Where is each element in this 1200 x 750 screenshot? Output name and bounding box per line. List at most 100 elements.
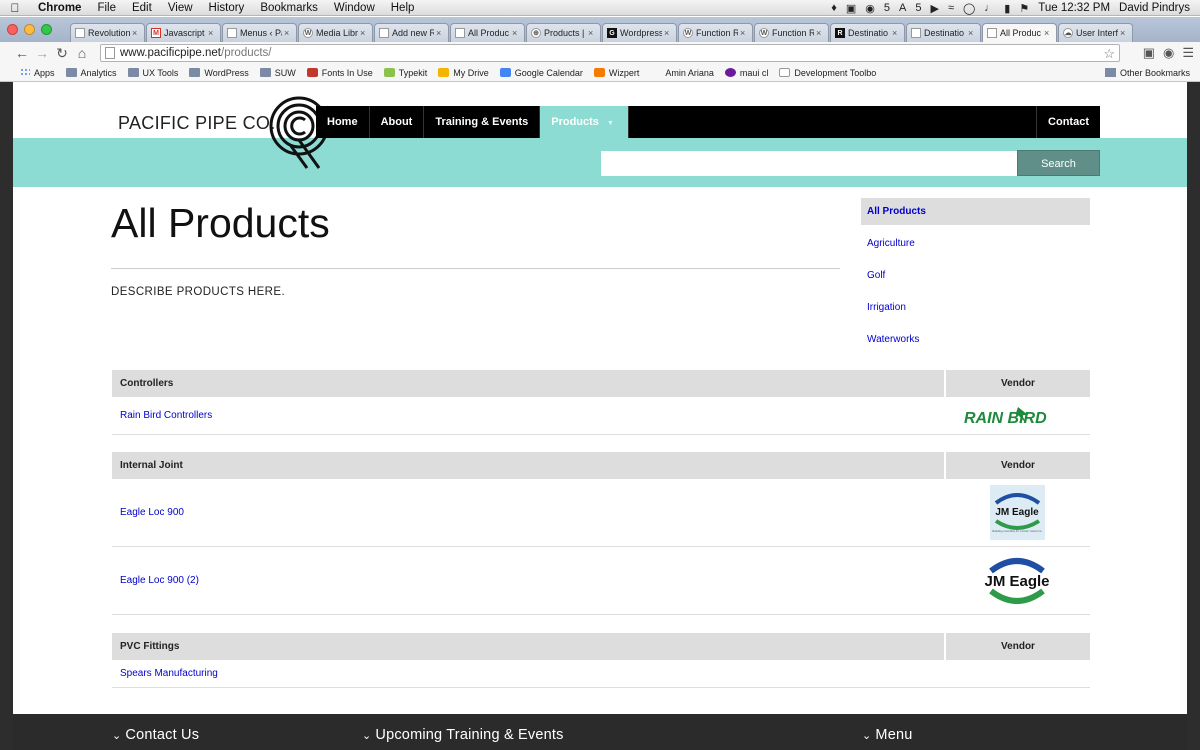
home-icon[interactable]: ⌂ xyxy=(72,45,92,61)
menu-view[interactable]: View xyxy=(160,0,201,16)
browser-tab[interactable]: ⊕ Products | × xyxy=(526,23,601,42)
bookmark-item[interactable]: Development Toolbo xyxy=(779,68,876,78)
other-bookmarks[interactable]: Other Bookmarks xyxy=(1104,68,1190,78)
menu-history[interactable]: History xyxy=(201,0,253,16)
bookmark-item[interactable]: Apps xyxy=(20,68,55,78)
search-input[interactable] xyxy=(601,151,1017,176)
bookmark-item[interactable]: maui cl xyxy=(724,68,768,78)
bookmark-item[interactable]: Typekit xyxy=(383,68,427,78)
nav-training-events[interactable]: Training & Events xyxy=(424,106,541,138)
browser-tab[interactable]: Revolution × xyxy=(70,23,145,42)
close-tab-icon[interactable]: × xyxy=(132,28,140,38)
bell-icon[interactable]: ♦ xyxy=(831,2,837,14)
browser-tab[interactable]: R Destinatio × xyxy=(830,23,905,42)
browser-tab[interactable]: W Media Libr × xyxy=(298,23,373,42)
bookmark-star-icon[interactable]: ☆ xyxy=(1103,46,1115,62)
extension-icon[interactable]: ▣ xyxy=(1143,45,1155,61)
volume-icon[interactable]: ♩ xyxy=(984,2,995,14)
flag-icon[interactable]: ⚑ xyxy=(1019,2,1029,15)
vendor-logo-jmeagle[interactable]: JM Eagle xyxy=(944,553,1090,609)
subnav-irrigation[interactable]: Irrigation xyxy=(861,294,1090,326)
bluetooth-icon[interactable]: ▶ xyxy=(930,2,938,15)
nav-products[interactable]: Products ▼ xyxy=(540,106,629,138)
browser-tab[interactable]: Menus ‹ Pa × xyxy=(222,23,297,42)
camera-icon[interactable]: ◉ xyxy=(1163,45,1174,61)
menu-edit[interactable]: Edit xyxy=(124,0,160,16)
bookmark-item[interactable]: WordPress xyxy=(189,68,249,78)
browser-tab[interactable]: All Produc × xyxy=(982,23,1057,42)
browser-tab[interactable]: Destinatio × xyxy=(906,23,981,42)
apple-icon[interactable]:  xyxy=(0,1,30,15)
close-tab-icon[interactable]: × xyxy=(588,28,596,38)
browser-tab[interactable]: Add new R × xyxy=(374,23,449,42)
close-tab-icon[interactable]: × xyxy=(892,28,900,38)
product-link[interactable]: Rain Bird Controllers xyxy=(112,410,944,421)
subnav-waterworks[interactable]: Waterworks xyxy=(861,326,1090,358)
close-tab-icon[interactable]: × xyxy=(208,28,216,38)
site-logo-text[interactable]: PACIFIC PIPE CO. xyxy=(118,113,276,134)
text-icon[interactable]: A xyxy=(899,2,906,14)
bookmark-item[interactable]: UX Tools xyxy=(127,68,178,78)
bookmark-item[interactable]: My Drive xyxy=(438,68,489,78)
bookmark-item[interactable]: Analytics xyxy=(65,68,117,78)
forward-icon[interactable]: → xyxy=(32,45,52,61)
creative-cloud-icon[interactable]: ◉ xyxy=(865,2,875,15)
close-tab-icon[interactable]: × xyxy=(664,28,672,38)
nav-home[interactable]: Home xyxy=(316,106,370,138)
close-tab-icon[interactable]: × xyxy=(968,28,976,38)
clock[interactable]: Tue 12:32 PM xyxy=(1038,2,1110,14)
footer-menu[interactable]: ⌄ Menu xyxy=(862,727,913,743)
close-tab-icon[interactable]: × xyxy=(360,28,368,38)
subnav-golf[interactable]: Golf xyxy=(861,262,1090,294)
battery-icon[interactable]: ▮ xyxy=(1004,2,1010,15)
close-tab-icon[interactable]: × xyxy=(816,28,824,38)
close-tab-icon[interactable]: × xyxy=(436,28,444,38)
vendor-logo-jmeagle-small[interactable]: JM Eagle Building essentials for a bette… xyxy=(944,485,1090,540)
nav-contact[interactable]: Contact xyxy=(1036,106,1100,138)
wifi-icon[interactable]: ≈ xyxy=(948,2,954,14)
footer-upcoming-training[interactable]: ⌄ Upcoming Training & Events xyxy=(362,727,564,743)
menu-window[interactable]: Window xyxy=(326,0,383,16)
user-name[interactable]: David Pindrys xyxy=(1119,2,1190,14)
browser-tab[interactable]: G Wordpress × xyxy=(602,23,677,42)
back-icon[interactable]: ← xyxy=(12,45,32,61)
bookmark-item[interactable]: SUW xyxy=(259,68,296,78)
bookmark-item[interactable]: Wizpert xyxy=(593,68,639,78)
close-tab-icon[interactable]: × xyxy=(512,28,520,38)
menu-file[interactable]: File xyxy=(89,0,124,16)
product-link[interactable]: Spears Manufacturing xyxy=(112,668,944,679)
menu-help[interactable]: Help xyxy=(383,0,423,16)
nav-about[interactable]: About xyxy=(370,106,425,138)
dropbox-icon[interactable]: ▣ xyxy=(846,2,856,15)
browser-tab[interactable]: All Produc × xyxy=(450,23,525,42)
time-machine-icon[interactable]: ◯ xyxy=(963,2,975,15)
subnav-agriculture[interactable]: Agriculture xyxy=(861,230,1090,262)
url-path: /products/ xyxy=(221,47,272,59)
menu-chrome[interactable]: Chrome xyxy=(30,0,89,16)
reload-icon[interactable]: ↻ xyxy=(52,45,72,62)
chrome-menu-icon[interactable]: ☰ xyxy=(1182,45,1194,61)
footer-contact-us[interactable]: ⌄ Contact Us xyxy=(112,727,199,743)
new-tab-button[interactable] xyxy=(1134,23,1156,42)
bookmark-item[interactable]: Google Calendar xyxy=(499,68,583,78)
browser-tab[interactable]: ☁ User Interf × xyxy=(1058,23,1133,42)
browser-tab[interactable]: M Javascript × xyxy=(146,23,221,42)
product-link[interactable]: Eagle Loc 900 xyxy=(112,507,944,518)
close-tab-icon[interactable]: × xyxy=(740,28,748,38)
close-tab-icon[interactable]: × xyxy=(284,28,292,38)
close-window-button[interactable] xyxy=(7,24,18,35)
product-link[interactable]: Eagle Loc 900 (2) xyxy=(112,575,944,586)
browser-tab[interactable]: W Function R × xyxy=(754,23,829,42)
close-tab-icon[interactable]: × xyxy=(1044,28,1052,38)
search-button[interactable]: Search xyxy=(1017,150,1100,176)
vendor-logo-rainbird[interactable]: RAIN BIRD xyxy=(944,403,1090,429)
subnav-all-products[interactable]: All Products xyxy=(861,198,1090,225)
zoom-window-button[interactable] xyxy=(41,24,52,35)
close-tab-icon[interactable]: × xyxy=(1120,28,1128,38)
bookmark-item[interactable]: Fonts In Use xyxy=(306,68,373,78)
address-bar[interactable]: www.pacificpipe.net/products/ ☆ xyxy=(100,44,1120,62)
minimize-window-button[interactable] xyxy=(24,24,35,35)
bookmark-item[interactable]: Amin Ariana xyxy=(650,68,714,78)
menu-bookmarks[interactable]: Bookmarks xyxy=(252,0,326,16)
browser-tab[interactable]: W Function R × xyxy=(678,23,753,42)
